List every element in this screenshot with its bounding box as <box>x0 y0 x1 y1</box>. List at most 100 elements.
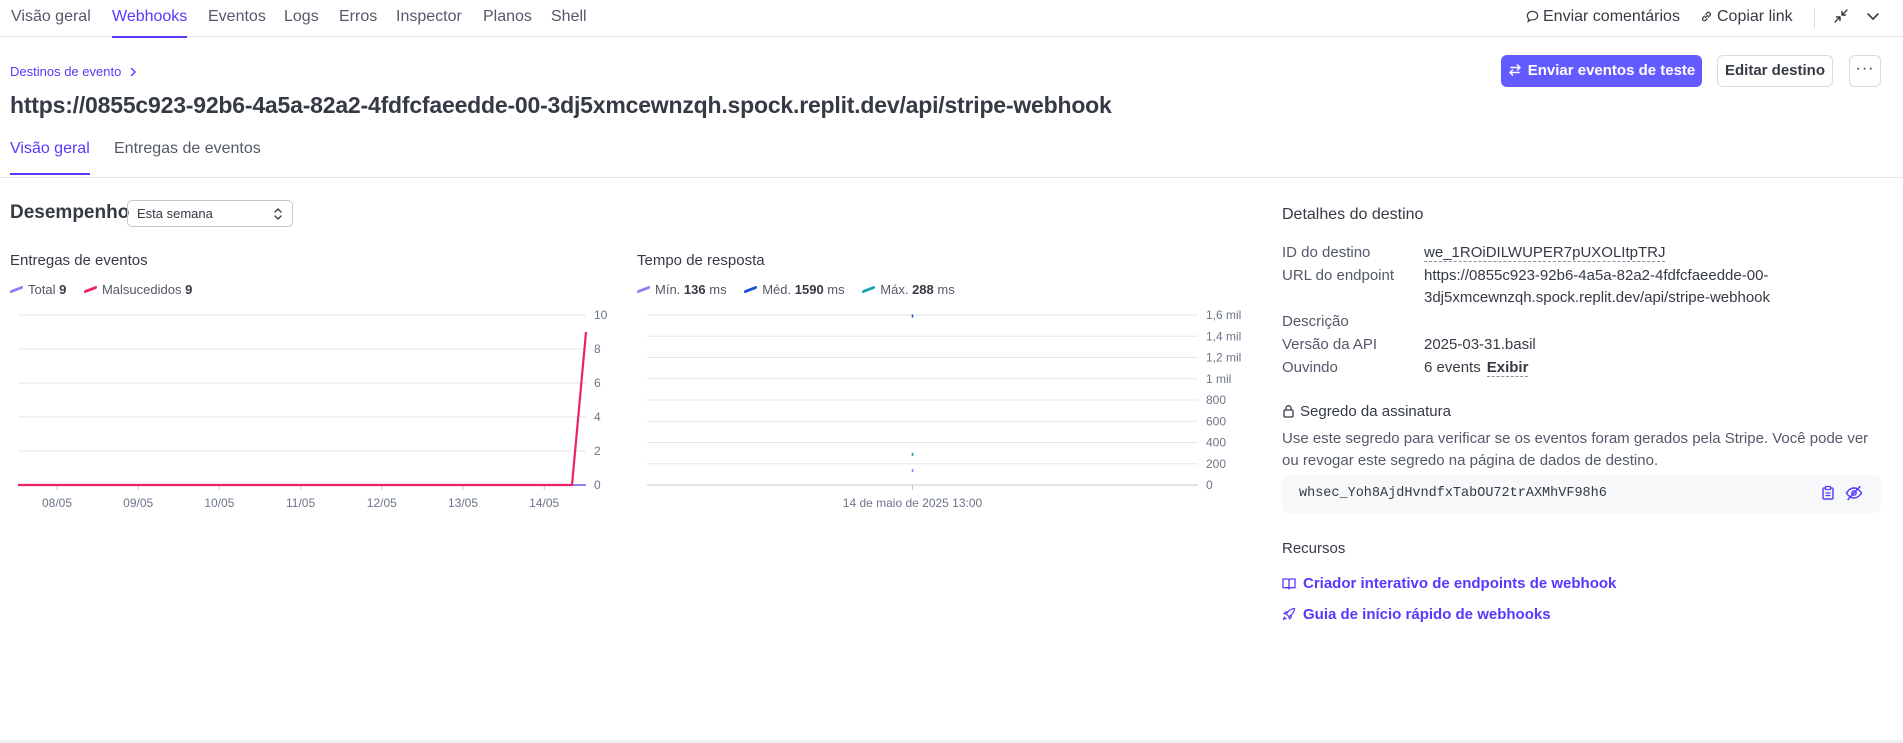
signing-secret-value[interactable]: whsec_Yoh8AjdHvndfxTabOU72trAXMhVF98h6 <box>1299 486 1607 501</box>
listening-count: 6 events <box>1424 359 1481 376</box>
detail-value-listening: 6 events Exibir <box>1424 357 1529 379</box>
y-tick-label: 1,4 mil <box>1206 329 1241 343</box>
copy-link-button[interactable]: Copiar link <box>1700 0 1793 35</box>
tab-visao-geral[interactable]: Visão geral <box>11 0 91 37</box>
legend-unit-max: ms <box>937 282 955 297</box>
collapse-arrows-icon <box>1834 9 1848 23</box>
tab-eventos[interactable]: Eventos <box>208 0 266 37</box>
clipboard-icon[interactable] <box>1820 485 1836 505</box>
eye-slash-icon[interactable] <box>1845 485 1863 505</box>
legend-unit-med: ms <box>827 282 845 297</box>
book-icon <box>1282 578 1296 590</box>
response-time-chart: 0 200 400 600 800 1 mil 1,2 mil 1,4 mil 1,6 mil 1… <box>647 308 1241 510</box>
divider <box>1814 8 1815 28</box>
response-time-chart-title: Tempo de resposta <box>637 252 765 269</box>
arrows-swap-icon <box>1508 64 1521 76</box>
rocket-icon <box>1282 607 1296 621</box>
y-tick-label: 0 <box>594 478 601 492</box>
tab-shell[interactable]: Shell <box>551 0 587 37</box>
legend-item-min: Mín. 136 ms <box>637 282 727 297</box>
legend-swatch-med <box>744 285 758 294</box>
resource-link-endpoint-builder-label: Criador interativo de endpoints de webho… <box>1303 575 1617 592</box>
legend-item-total: Total 9 <box>10 282 66 297</box>
y-tick-label: 0 <box>1206 478 1213 492</box>
x-tick-label: 13/05 <box>448 496 478 510</box>
y-tick-label: 600 <box>1206 414 1226 428</box>
deliveries-chart: 0 2 4 6 8 10 08/05 09/05 10/05 11/05 12/05 13/05 14/… <box>18 308 608 510</box>
series-line-malsucedidos <box>18 331 588 487</box>
deliveries-chart-title: Entregas de eventos <box>10 252 148 269</box>
y-tick-label: 4 <box>594 410 601 424</box>
performance-title: Desempenho <box>10 202 130 223</box>
legend-swatch-min <box>637 285 650 294</box>
x-tick-label: 08/05 <box>42 496 72 510</box>
y-tick-label: 1,6 mil <box>1206 308 1241 322</box>
tab-inspector[interactable]: Inspector <box>396 0 462 37</box>
legend-value-med: 1590 <box>794 282 824 297</box>
breadcrumb[interactable]: Destinos de evento <box>10 64 138 79</box>
x-tick-label: 10/05 <box>204 496 234 510</box>
subtab-entregas-de-eventos[interactable]: Entregas de eventos <box>114 140 261 158</box>
collapse-button[interactable] <box>1834 0 1852 35</box>
resource-link-endpoint-builder[interactable]: Criador interativo de endpoints de webho… <box>1282 575 1616 592</box>
feedback-button[interactable]: Enviar comentários <box>1526 0 1680 35</box>
copy-link-label: Copiar link <box>1717 8 1793 25</box>
deliveries-legend: Total 9 Malsucedidos 9 <box>10 282 206 297</box>
legend-label-malsucedidos: Malsucedidos <box>101 282 182 297</box>
chevron-down-icon <box>1867 13 1879 20</box>
y-tick-label: 8 <box>594 342 601 356</box>
tab-planos[interactable]: Planos <box>483 0 532 37</box>
legend-value-max: 288 <box>912 282 934 297</box>
signing-secret-title: Segredo da assinatura <box>1282 403 1451 420</box>
x-tick-label: 09/05 <box>123 496 153 510</box>
tab-webhooks[interactable]: Webhooks <box>112 0 188 38</box>
detail-value-api-version: 2025-03-31.basil <box>1424 336 1536 353</box>
chevron-right-icon <box>130 67 136 77</box>
detail-label-id: ID do destino <box>1282 244 1371 261</box>
y-tick-label: 800 <box>1206 393 1226 407</box>
detail-label-api-version: Versão da API <box>1282 336 1378 353</box>
data-point-mn <box>911 469 914 473</box>
send-test-events-button[interactable]: Enviar eventos de teste <box>1501 55 1702 87</box>
legend-unit-min: ms <box>709 282 727 297</box>
data-point-mx <box>911 452 914 456</box>
destination-id[interactable]: we_1ROiDILWUPER7pUXOLItpTRJ <box>1424 244 1666 262</box>
chat-bubble-icon <box>1526 10 1539 23</box>
x-tick-label: 11/05 <box>286 496 315 510</box>
detail-value-url-line2: 3dj5xmcewnzqh.spock.replit.dev/api/strip… <box>1424 289 1771 306</box>
details-title: Detalhes do destino <box>1282 206 1424 223</box>
detail-value-url-line1: https://0855c923-92b6-4a5a-82a2-4fdfcfae… <box>1424 267 1769 284</box>
legend-swatch-malsucedidos <box>83 285 97 294</box>
tab-erros[interactable]: Erros <box>339 0 377 37</box>
edit-destination-button[interactable]: Editar destino <box>1717 55 1833 87</box>
signing-secret-label: Segredo da assinatura <box>1300 403 1451 420</box>
legend-value-malsucedidos: 9 <box>185 282 193 297</box>
breadcrumb-link[interactable]: Destinos de evento <box>10 64 121 79</box>
period-select[interactable]: Esta semana <box>127 200 293 227</box>
legend-label-med: Méd. <box>762 282 792 297</box>
legend-swatch-total <box>10 285 23 294</box>
subtab-visao-geral[interactable]: Visão geral <box>10 140 90 175</box>
detail-label-url: URL do endpoint <box>1282 267 1395 284</box>
resource-link-quickstart[interactable]: Guia de início rápido de webhooks <box>1282 606 1551 623</box>
x-tick-label: 14 de maio de 2025 13:00 <box>843 496 983 510</box>
y-tick-label: 200 <box>1206 457 1226 471</box>
more-actions-button[interactable]: ··· <box>1849 55 1881 87</box>
period-select-value: Esta semana <box>137 206 213 221</box>
chevron-down-button[interactable] <box>1866 0 1884 35</box>
send-test-events-label: Enviar eventos de teste <box>1527 62 1696 79</box>
y-tick-label: 1,2 mil <box>1206 351 1241 365</box>
response-time-legend: Mín. 136 ms Méd. 1590 ms Máx. 288 ms <box>637 282 969 297</box>
signing-secret-box: whsec_Yoh8AjdHvndfxTabOU72trAXMhVF98h6 <box>1282 475 1881 513</box>
x-tick-label: 14/05 <box>529 496 559 510</box>
y-tick-label: 10 <box>594 308 608 322</box>
show-events-link[interactable]: Exibir <box>1486 359 1529 377</box>
y-tick-label: 400 <box>1206 436 1226 450</box>
detail-value-id[interactable]: we_1ROiDILWUPER7pUXOLItpTRJ <box>1424 242 1666 264</box>
signing-secret-description: Use este segredo para verificar se os ev… <box>1282 430 1869 469</box>
legend-swatch-max <box>862 285 876 294</box>
legend-value-total: 9 <box>59 282 67 297</box>
legend-label-total: Total <box>28 282 56 297</box>
page-title: https://0855c923-92b6-4a5a-82a2-4fdfcfae… <box>10 92 1112 118</box>
tab-logs[interactable]: Logs <box>284 0 319 37</box>
